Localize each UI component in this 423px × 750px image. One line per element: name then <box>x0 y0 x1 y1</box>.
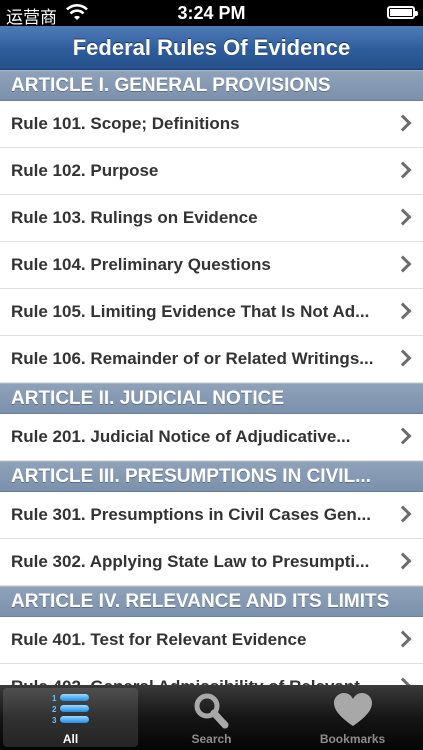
chevron-right-icon <box>394 302 412 320</box>
page-title: Federal Rules Of Evidence <box>72 34 351 60</box>
battery-icon <box>387 6 418 19</box>
status-bar: 运营商 3:24 PM <box>0 0 423 28</box>
section-header-article-4: ARTICLE IV. RELEVANCE AND ITS LIMITS <box>0 586 423 617</box>
status-time: 3:24 PM <box>177 3 246 23</box>
section-header-article-1: ARTICLE I. GENERAL PROVISIONS <box>0 70 423 101</box>
list-item[interactable]: Rule 301. Presumptions in Civil Cases Ge… <box>0 492 423 539</box>
tab-bookmarks-label: Bookmarks <box>319 732 386 746</box>
svg-text:3: 3 <box>52 716 57 725</box>
tab-bookmarks[interactable]: Bookmarks <box>282 685 423 750</box>
list-item-label: Rule 201. Judicial Notice of Adjudicativ… <box>11 427 351 446</box>
tab-all[interactable]: 1 2 3 All <box>0 685 141 750</box>
chevron-right-icon <box>394 677 412 685</box>
list-item-label: Rule 401. Test for Relevant Evidence <box>11 630 307 649</box>
section-header-article-2: ARTICLE II. JUDICIAL NOTICE <box>0 383 423 414</box>
list-item-label: Rule 402. General Admissibility of Relev… <box>11 664 379 685</box>
list-item[interactable]: Rule 201. Judicial Notice of Adjudicativ… <box>0 414 423 461</box>
chevron-right-icon <box>394 255 412 273</box>
list-item-label: Rule 302. Applying State Law to Presumpt… <box>11 552 370 571</box>
chevron-right-icon <box>394 505 412 523</box>
chevron-right-icon <box>394 208 412 226</box>
tab-bar: 1 2 3 All Search Bookmarks <box>0 685 423 750</box>
tab-all-label: All <box>62 732 79 746</box>
chevron-right-icon <box>394 552 412 570</box>
rules-list[interactable]: ARTICLE I. GENERAL PROVISIONS Rule 101. … <box>0 70 423 685</box>
chevron-right-icon <box>394 349 412 367</box>
navigation-bar: Federal Rules Of Evidence <box>0 26 423 70</box>
svg-text:2: 2 <box>52 705 57 714</box>
chevron-right-icon <box>394 161 412 179</box>
list-item[interactable]: Rule 101. Scope; Definitions <box>0 101 423 148</box>
list-item-label: Rule 103. Rulings on Evidence <box>11 208 258 227</box>
list-item[interactable]: Rule 105. Limiting Evidence That Is Not … <box>0 289 423 336</box>
list-item-label: Rule 105. Limiting Evidence That Is Not … <box>11 302 370 321</box>
list-item[interactable]: Rule 302. Applying State Law to Presumpt… <box>0 539 423 586</box>
heart-icon <box>333 693 372 726</box>
numbered-list-icon: 1 2 3 <box>52 694 89 725</box>
list-item[interactable]: Rule 103. Rulings on Evidence <box>0 195 423 242</box>
list-item-label: Rule 104. Preliminary Questions <box>11 255 271 274</box>
magnifier-icon <box>194 693 228 729</box>
tab-search[interactable]: Search <box>141 685 282 750</box>
chevron-right-icon <box>394 114 412 132</box>
list-item[interactable]: Rule 102. Purpose <box>0 148 423 195</box>
tab-search-label: Search <box>191 732 232 746</box>
svg-text:1: 1 <box>52 694 57 703</box>
chevron-right-icon <box>394 427 412 445</box>
list-item-label: Rule 301. Presumptions in Civil Cases Ge… <box>11 505 371 524</box>
list-item-label: Rule 102. Purpose <box>11 161 159 180</box>
section-header-article-3: ARTICLE III. PRESUMPTIONS IN CIVIL... <box>0 461 423 492</box>
list-item[interactable]: Rule 401. Test for Relevant Evidence <box>0 617 423 664</box>
list-item-label: Rule 106. Remainder of or Related Writin… <box>11 349 374 368</box>
list-item[interactable]: Rule 104. Preliminary Questions <box>0 242 423 289</box>
list-item-label: Rule 101. Scope; Definitions <box>11 114 240 133</box>
list-item[interactable]: Rule 106. Remainder of or Related Writin… <box>0 336 423 383</box>
list-item[interactable]: Rule 402. General Admissibility of Relev… <box>0 664 423 685</box>
chevron-right-icon <box>394 630 412 648</box>
